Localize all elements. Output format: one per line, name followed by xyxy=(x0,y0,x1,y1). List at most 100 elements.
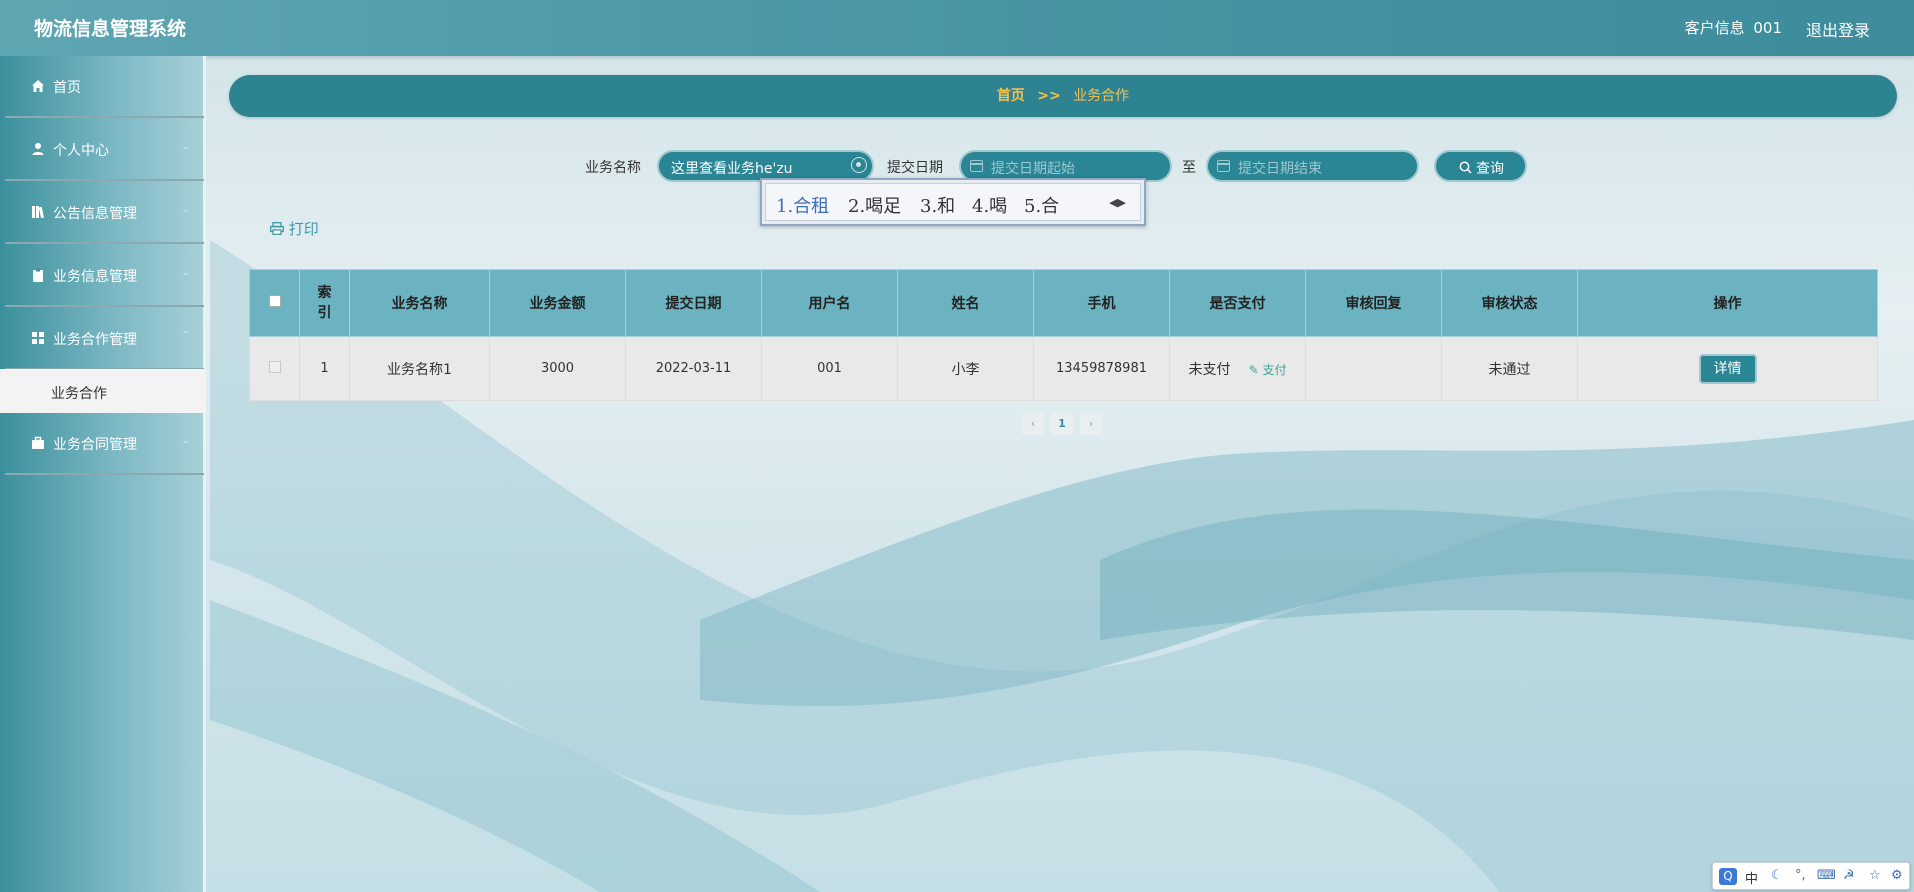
detail-button[interactable]: 详情 xyxy=(1698,353,1757,384)
ime-page-arrows-icon[interactable]: ◀▶ xyxy=(1109,196,1126,209)
calendar-icon xyxy=(970,160,983,172)
sidebar-item-label: 业务合同管理 xyxy=(53,437,137,453)
print-label: 打印 xyxy=(288,220,319,238)
column-header: 操作 xyxy=(1577,269,1878,337)
column-header: 手机 xyxy=(1033,269,1170,337)
sidebar-item-profile[interactable]: 个人中心 ⌄ xyxy=(5,119,204,181)
sidebar-item-cooperation[interactable]: 业务合作管理 ⌃ xyxy=(5,308,204,370)
cell-phone: 13459878981 xyxy=(1033,336,1170,401)
cell-paid: 未支付 ✎ 支付 xyxy=(1169,336,1306,401)
ime-candidate[interactable]: 1.合租 xyxy=(776,192,829,218)
date-end-input[interactable]: 提交日期结束 xyxy=(1206,150,1419,182)
moon-icon[interactable]: ☾ xyxy=(1771,868,1783,883)
business-name-label: 业务名称 xyxy=(585,160,641,176)
ime-candidate[interactable]: 4.喝 xyxy=(972,192,1007,218)
row-select-cell[interactable] xyxy=(249,336,300,401)
clear-icon[interactable] xyxy=(851,157,867,173)
chevron-down-icon: ⌄ xyxy=(181,267,190,278)
sidebar-item-contract[interactable]: 业务合同管理 ⌄ xyxy=(5,413,204,475)
grid-icon xyxy=(32,332,44,344)
cell-username: 001 xyxy=(761,336,898,401)
user-label: 客户信息 xyxy=(1684,19,1745,37)
keyboard-icon[interactable]: ⌨ xyxy=(1817,868,1836,883)
next-page-icon[interactable]: › xyxy=(1080,413,1102,435)
book-icon xyxy=(32,206,44,219)
cell-amount: 3000 xyxy=(489,336,626,401)
column-header: 索引 xyxy=(299,269,350,337)
column-header: 姓名 xyxy=(897,269,1034,337)
simplified-icon[interactable]: ☭ xyxy=(1843,868,1855,883)
user-id: 001 xyxy=(1753,19,1782,37)
clipboard-icon xyxy=(33,268,43,282)
cell-date: 2022-03-11 xyxy=(625,336,762,401)
breadcrumb-separator: >> xyxy=(1037,88,1061,104)
business-cooperation-table: 索引 业务名称 业务金额 提交日期 用户名 姓名 手机 是否支付 审核回复 审核… xyxy=(249,269,1878,401)
sidebar-item-label: 个人中心 xyxy=(53,143,109,159)
app-title: 物流信息管理系统 xyxy=(34,18,187,40)
column-header: 用户名 xyxy=(761,269,898,337)
ime-mode[interactable]: 中 xyxy=(1745,868,1758,887)
user-info[interactable]: 客户信息 001 xyxy=(1681,17,1782,38)
prev-page-icon[interactable]: ‹ xyxy=(1022,413,1044,435)
cell-action: 详情 xyxy=(1577,336,1878,401)
cell-name: 业务名称1 xyxy=(349,336,490,401)
date-end-placeholder: 提交日期结束 xyxy=(1238,161,1322,177)
date-start-placeholder: 提交日期起始 xyxy=(991,161,1075,177)
sidebar-item-business-info[interactable]: 业务信息管理 ⌄ xyxy=(5,245,204,307)
paid-status: 未支付 xyxy=(1188,361,1231,378)
sidebar-item-home[interactable]: 首页 xyxy=(5,56,204,118)
sidebar-subitem-label: 业务合作 xyxy=(51,386,107,402)
chevron-down-icon: ⌄ xyxy=(181,435,190,446)
select-all-cell[interactable] xyxy=(249,269,300,337)
sidebar-item-label: 公告信息管理 xyxy=(53,206,137,222)
ime-candidate[interactable]: 5.合 xyxy=(1024,192,1059,218)
page-number[interactable]: 1 xyxy=(1051,413,1073,435)
breadcrumb-current: 业务合作 xyxy=(1073,88,1130,104)
search-button[interactable]: 查询 xyxy=(1434,150,1527,182)
ime-logo-icon[interactable]: Q xyxy=(1719,868,1737,885)
search-icon xyxy=(1459,161,1472,174)
business-name-value: 这里查看业务he'zu xyxy=(671,161,793,177)
column-header: 审核状态 xyxy=(1441,269,1578,337)
edit-icon: ✎ xyxy=(1248,362,1259,377)
breadcrumb-home[interactable]: 首页 xyxy=(997,88,1025,104)
ime-candidate-window: 1.合租 2.喝足 3.和 4.喝 5.合 ◀▶ xyxy=(760,178,1146,226)
cell-realname: 小李 xyxy=(897,336,1034,401)
ime-candidate[interactable]: 2.喝足 xyxy=(848,192,901,218)
sidebar-subitem-cooperation[interactable]: 业务合作 xyxy=(0,369,206,413)
home-icon xyxy=(32,80,44,92)
sidebar-item-label: 业务合作管理 xyxy=(53,332,137,348)
column-header: 业务名称 xyxy=(349,269,490,337)
select-all-checkbox[interactable] xyxy=(268,295,281,307)
chevron-up-icon: ⌃ xyxy=(181,330,190,341)
logout-button[interactable]: 退出登录 xyxy=(1806,17,1870,41)
print-button[interactable]: 打印 xyxy=(270,218,319,239)
sidebar: 首页 个人中心 ⌄ 公告信息管理 ⌄ 业务信息管理 ⌄ 业务合作管理 ⌃ 业务合… xyxy=(0,56,206,892)
chevron-down-icon: ⌄ xyxy=(181,204,190,215)
punctuation-icon[interactable]: °, xyxy=(1795,868,1806,883)
cell-index: 1 xyxy=(299,336,350,401)
background-ribbon xyxy=(210,240,1914,892)
briefcase-icon xyxy=(32,436,44,449)
date-range-to-label: 至 xyxy=(1182,160,1196,176)
pay-label: 支付 xyxy=(1262,362,1287,377)
column-header: 是否支付 xyxy=(1169,269,1306,337)
column-header: 审核回复 xyxy=(1305,269,1442,337)
pay-button[interactable]: ✎ 支付 xyxy=(1249,363,1287,377)
top-header: 物流信息管理系统 客户信息 001 退出登录 xyxy=(0,0,1914,56)
table-header-row: 索引 业务名称 业务金额 提交日期 用户名 姓名 手机 是否支付 审核回复 审核… xyxy=(249,269,1878,337)
row-checkbox[interactable] xyxy=(268,360,281,373)
column-header: 业务金额 xyxy=(489,269,626,337)
sidebar-item-label: 首页 xyxy=(53,80,81,96)
user-icon xyxy=(32,143,44,155)
table-row: 1 业务名称1 3000 2022-03-11 001 小李 134598789… xyxy=(249,336,1878,401)
ime-candidate[interactable]: 3.和 xyxy=(920,192,955,218)
breadcrumb: 首页 >> 业务合作 xyxy=(229,75,1897,117)
column-header: 提交日期 xyxy=(625,269,762,337)
wrench-icon[interactable]: ⚙ xyxy=(1891,868,1903,883)
background xyxy=(0,0,1914,892)
sidebar-item-notice[interactable]: 公告信息管理 ⌄ xyxy=(5,182,204,244)
shirt-icon[interactable]: ☆ xyxy=(1869,868,1881,883)
calendar-icon xyxy=(1217,160,1230,172)
cell-status: 未通过 xyxy=(1441,336,1578,401)
